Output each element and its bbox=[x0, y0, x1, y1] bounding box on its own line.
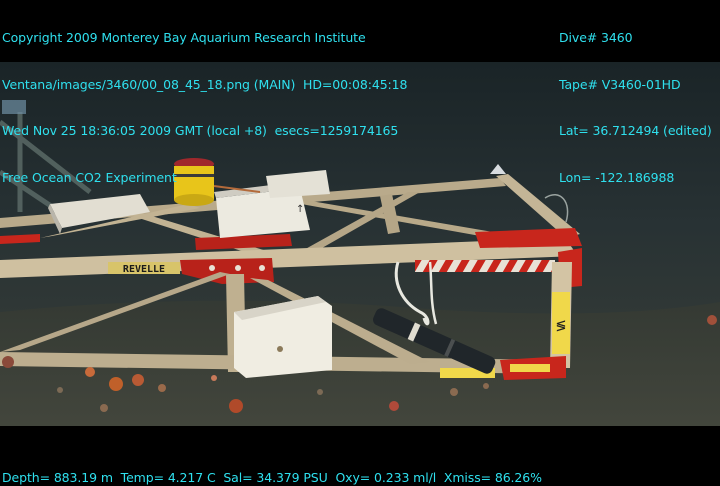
timestamp-text: Wed Nov 25 18:36:05 2009 GMT (local +8) … bbox=[2, 123, 399, 138]
svg-text:≶: ≶ bbox=[556, 315, 566, 334]
tape-number-text: Tape# V3460-01HD bbox=[559, 76, 681, 92]
copyright-text: Copyright 2009 Monterey Bay Aquarium Res… bbox=[2, 30, 366, 45]
latitude-text: Lat= 36.712494 (edited) bbox=[559, 123, 712, 138]
experiment-text: Free Ocean CO2 Experiment bbox=[2, 169, 177, 185]
sensor-readout: Depth= 883.19 m Temp= 4.217 C Sal= 34.37… bbox=[2, 470, 542, 485]
dive-number-text: Dive# 3460 bbox=[559, 30, 633, 45]
overlay-top-right: Dive# 3460 Tape# V3460-01HD Lat= 36.7124… bbox=[559, 0, 712, 216]
longitude-text: Lon= -122.186988 bbox=[559, 169, 675, 185]
overlay-top-left: Copyright 2009 Monterey Bay Aquarium Res… bbox=[2, 0, 407, 216]
video-frame: ≶ REVELLE ↑ Copyright 2009 Monterey Bay … bbox=[0, 0, 720, 486]
frame-label: REVELLE bbox=[123, 264, 165, 275]
image-path-text: Ventana/images/3460/00_08_45_18.png (MAI… bbox=[2, 76, 408, 92]
